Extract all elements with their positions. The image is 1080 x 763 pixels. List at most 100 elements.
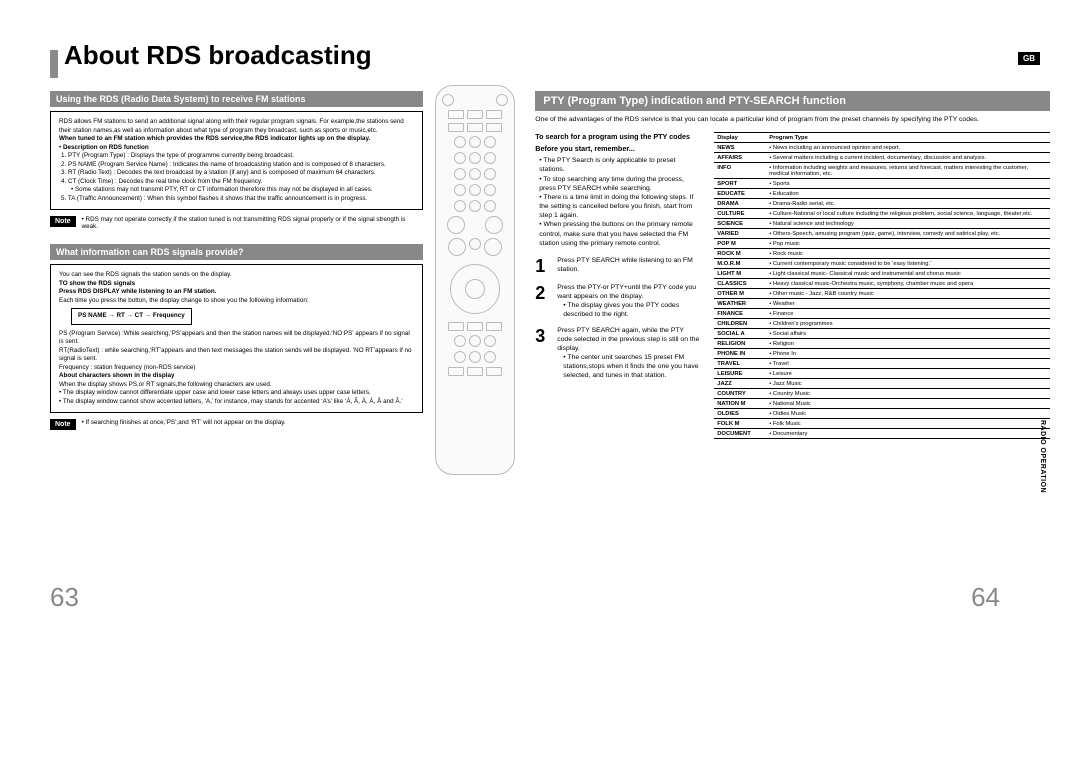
rds-item: 1. PTY (Program Type) : Displays the typ…	[61, 152, 414, 161]
step-number: 2	[535, 283, 551, 320]
box2-c3: • The display window cannot show accente…	[59, 398, 414, 407]
pty-description: Leisure	[766, 369, 1050, 379]
pty-display: CHILDREN	[714, 319, 766, 329]
pty-display: COUNTRY	[714, 389, 766, 399]
pty-row: LIGHT MLight classical music- Classical …	[714, 269, 1050, 279]
pty-bullet: The PTY Search is only applicable to pre…	[539, 156, 700, 174]
pty-description: Current contemporary music considered to…	[766, 259, 1050, 269]
pty-display: EDUCATE	[714, 189, 766, 199]
pty-bullet: To stop searching any time during the pr…	[539, 175, 700, 193]
pty-bullet: When pressing the buttons on the primary…	[539, 220, 700, 248]
step-sub: • The center unit searches 15 preset FM …	[557, 353, 700, 381]
rds-item: 5. TA (Traffic Announcement) : When this…	[61, 195, 414, 204]
rds-item: 2. PS NAME (Program Service Name) : Indi…	[61, 161, 414, 170]
page-number-left: 63	[50, 582, 79, 613]
pty-display: NEWS	[714, 143, 766, 153]
note-row: Note If searching finishes at once,‘PS’,…	[50, 419, 423, 430]
pty-row: AFFAIRSSeveral matters including a curre…	[714, 153, 1050, 163]
pty-description: Information including weights and measur…	[766, 163, 1050, 179]
remember-heading: Before you start, remember...	[535, 144, 700, 153]
box2-line2: Each time you press the button, the disp…	[59, 297, 414, 306]
page-number-right: 64	[971, 582, 1000, 613]
pty-row: CULTURECulture-National or local culture…	[714, 209, 1050, 219]
pty-description: Children's programmes	[766, 319, 1050, 329]
pty-display: SCIENCE	[714, 219, 766, 229]
pty-row: NEWSNews including an announced opinion …	[714, 143, 1050, 153]
pty-row: ROCK MRock music	[714, 249, 1050, 259]
pty-description: Country Music	[766, 389, 1050, 399]
pty-description: National Music	[766, 399, 1050, 409]
pty-display: SOCIAL A	[714, 329, 766, 339]
pty-row: LEISURELeisure	[714, 369, 1050, 379]
pty-row: M.O.R.MCurrent contemporary music consid…	[714, 259, 1050, 269]
pty-table: Display Program Type NEWSNews including …	[714, 132, 1050, 439]
pty-display: SPORT	[714, 179, 766, 189]
step-sub: • The display gives you the PTY codes de…	[557, 301, 700, 319]
pty-row: NATION MNational Music	[714, 399, 1050, 409]
pty-display: RELIGION	[714, 339, 766, 349]
step-3: 3 Press PTY SEARCH again, while the PTY …	[535, 326, 700, 381]
pty-display: CLASSICS	[714, 279, 766, 289]
pty-description: Social affairs	[766, 329, 1050, 339]
pty-description: Rock music	[766, 249, 1050, 259]
pty-row: OLDIESOldies Music	[714, 409, 1050, 419]
step-text: Press PTY SEARCH again, while the PTY co…	[557, 326, 700, 354]
pty-display: DRAMA	[714, 199, 766, 209]
pty-display: FOLK M	[714, 419, 766, 429]
pty-display: CULTURE	[714, 209, 766, 219]
box2-line1: You can see the RDS signals the station …	[59, 271, 414, 280]
pty-row: VARIEDOthers-Speech, amusing program (qu…	[714, 229, 1050, 239]
pty-description: Light classical music- Classical music a…	[766, 269, 1050, 279]
pty-description: Drama-Radio serial, etc.	[766, 199, 1050, 209]
pty-display: AFFAIRS	[714, 153, 766, 163]
pty-description: Finance	[766, 309, 1050, 319]
pty-display: TRAVEL	[714, 359, 766, 369]
section-header-pty: PTY (Program Type) indication and PTY-SE…	[535, 91, 1050, 111]
rds-item-sub: • Some stations may not transmit PTY, RT…	[61, 186, 414, 195]
box2-h2: Press RDS DISPLAY while listening to an …	[59, 288, 216, 295]
note-text: If searching finishes at once,‘PS’,and ‘…	[82, 419, 286, 426]
pty-row: CLASSICSHeavy classical music-Orchestra …	[714, 279, 1050, 289]
pty-description: Folk Music	[766, 419, 1050, 429]
arrow-sequence: PS NAME → RT → CT → Frequency	[71, 308, 192, 325]
rds-bold-note: When tuned to an FM station which provid…	[59, 135, 370, 142]
pty-description: News including an announced opinion and …	[766, 143, 1050, 153]
pty-display: POP M	[714, 239, 766, 249]
pty-row: POP MPop music	[714, 239, 1050, 249]
remote-control-illustration	[435, 85, 515, 475]
pty-row: TRAVELTravel	[714, 359, 1050, 369]
step-1: 1 Press PTY SEARCH while listening to an…	[535, 256, 700, 277]
pty-display: M.O.R.M	[714, 259, 766, 269]
pty-display: OTHER M	[714, 289, 766, 299]
box2-c1: When the display shows PS,or RT signals,…	[59, 381, 414, 390]
note-row: Note RDS may not operate correctly if th…	[50, 216, 423, 230]
step-number: 3	[535, 326, 551, 381]
rds-item: 4. CT (Clock Time) : Decodes the real ti…	[61, 178, 414, 187]
pty-display: OLDIES	[714, 409, 766, 419]
pty-row: FINANCEFinance	[714, 309, 1050, 319]
rds-desc-heading: Description on RDS function	[63, 144, 149, 151]
pty-description: Education	[766, 189, 1050, 199]
right-page: PTY (Program Type) indication and PTY-SE…	[535, 85, 1050, 475]
pty-display: VARIED	[714, 229, 766, 239]
pty-description: Others-Speech, amusing program (quiz, ga…	[766, 229, 1050, 239]
rds-signals-box: You can see the RDS signals the station …	[50, 264, 423, 413]
pty-col-display: Display	[714, 133, 766, 143]
region-badge: GB	[1018, 52, 1040, 65]
box2-freq: Frequency : station frequency (non-RDS s…	[59, 364, 196, 371]
pty-row: EDUCATEEducation	[714, 189, 1050, 199]
pty-intro: One of the advantages of the RDS service…	[535, 115, 1050, 124]
pty-description: Travel	[766, 359, 1050, 369]
pty-description: Oldies Music	[766, 409, 1050, 419]
rds-item: 3. RT (Radio Text) : Decodes the text br…	[61, 169, 414, 178]
pty-description: Heavy classical music-Orchestra music, s…	[766, 279, 1050, 289]
box2-c2: • The display window cannot differentiat…	[59, 389, 414, 398]
pty-row: SOCIAL ASocial affairs	[714, 329, 1050, 339]
left-page: Using the RDS (Radio Data System) to rec…	[50, 85, 515, 475]
pty-row: CHILDRENChildren's programmes	[714, 319, 1050, 329]
pty-row: RELIGIONReligion	[714, 339, 1050, 349]
pty-row: INFOInformation including weights and me…	[714, 163, 1050, 179]
step-2: 2 Press the PTY-or PTY+until the PTY cod…	[535, 283, 700, 320]
pty-description: Documentary	[766, 429, 1050, 439]
note-badge: Note	[50, 419, 76, 430]
